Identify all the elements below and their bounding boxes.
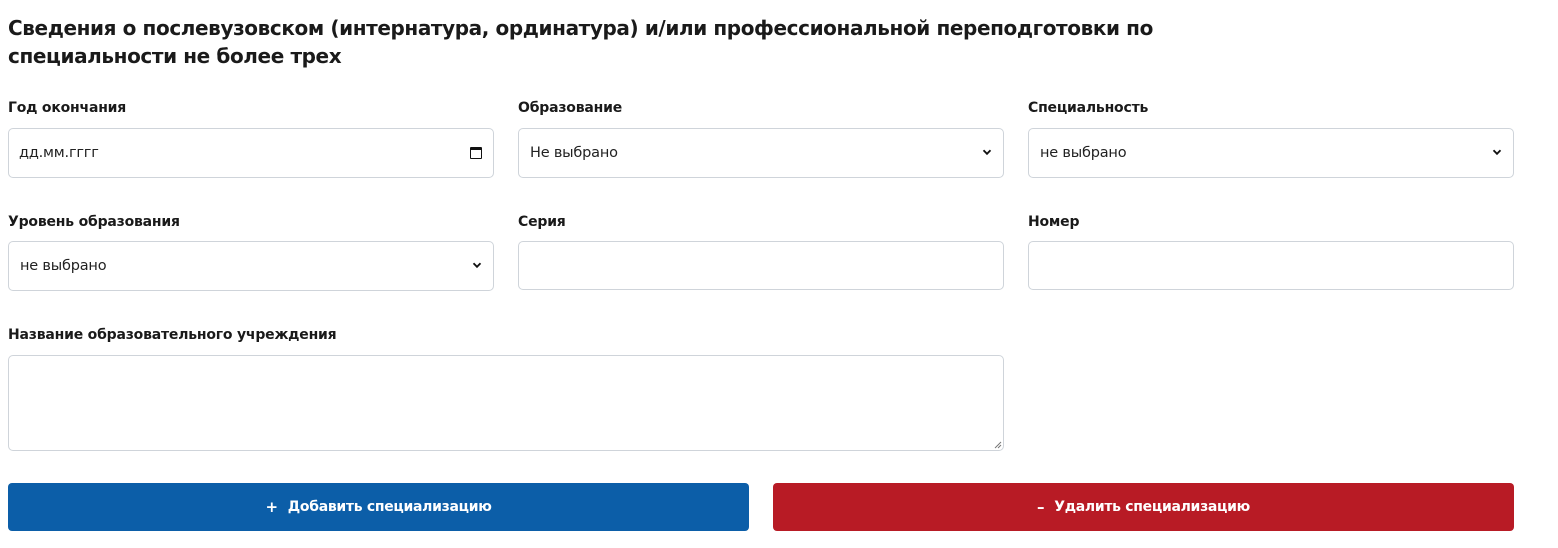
specialization-form: Сведения о послевузовском (интернатура, … bbox=[0, 0, 1558, 548]
chevron-down-icon bbox=[472, 262, 482, 269]
institution-name-field: Название образовательного учреждения bbox=[8, 326, 1004, 344]
education-field: Образование bbox=[518, 99, 1004, 117]
education-level-field: Уровень образования bbox=[8, 213, 494, 231]
minus-icon: – bbox=[1037, 498, 1045, 516]
plus-icon: + bbox=[265, 498, 278, 516]
education-level-select[interactable]: не выбрано bbox=[8, 241, 494, 291]
specialty-field: Специальность bbox=[1028, 99, 1514, 117]
education-selected-value: Не выбрано bbox=[530, 145, 618, 161]
education-level-label: Уровень образования bbox=[8, 214, 180, 230]
institution-name-textarea[interactable] bbox=[8, 355, 1004, 451]
series-field: Серия bbox=[518, 213, 1004, 231]
education-label: Образование bbox=[518, 100, 622, 116]
education-level-selected-value: не выбрано bbox=[20, 258, 107, 274]
specialty-select[interactable]: не выбрано bbox=[1028, 128, 1514, 178]
number-field: Номер bbox=[1028, 213, 1514, 231]
series-label: Серия bbox=[518, 214, 566, 230]
remove-specialization-label: Удалить специализацию bbox=[1054, 499, 1250, 515]
calendar-icon[interactable] bbox=[470, 147, 482, 159]
graduation-year-value: дд.мм.гггг bbox=[19, 145, 99, 161]
add-specialization-button[interactable]: + Добавить специализацию bbox=[8, 483, 749, 531]
number-input[interactable] bbox=[1028, 241, 1514, 290]
graduation-year-field: Год окончания bbox=[8, 99, 494, 117]
graduation-year-date-input[interactable]: дд.мм.гггг bbox=[8, 128, 494, 178]
add-specialization-label: Добавить специализацию bbox=[287, 499, 492, 515]
chevron-down-icon bbox=[982, 149, 992, 156]
number-label: Номер bbox=[1028, 214, 1080, 230]
specialty-label: Специальность bbox=[1028, 100, 1149, 116]
institution-name-label: Название образовательного учреждения bbox=[8, 327, 337, 343]
chevron-down-icon bbox=[1492, 149, 1502, 156]
institution-name-value bbox=[9, 359, 19, 375]
education-select[interactable]: Не выбрано bbox=[518, 128, 1004, 178]
specialty-selected-value: не выбрано bbox=[1040, 145, 1127, 161]
graduation-year-label: Год окончания bbox=[8, 100, 127, 116]
remove-specialization-button[interactable]: – Удалить специализацию bbox=[773, 483, 1514, 531]
series-input[interactable] bbox=[518, 241, 1004, 290]
resize-handle-icon[interactable] bbox=[992, 439, 1002, 449]
section-title: Сведения о послевузовском (интернатура, … bbox=[8, 16, 1153, 68]
